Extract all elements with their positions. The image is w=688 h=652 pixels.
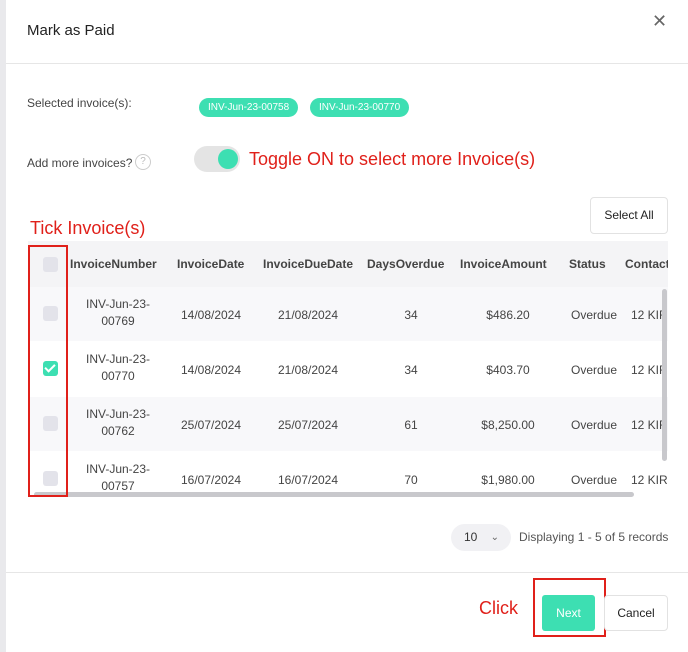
close-icon[interactable]: ✕ [652,12,667,30]
days-overdue: 61 [404,418,418,432]
dialog-title: Mark as Paid [27,22,115,39]
status: Overdue [570,473,618,487]
column-header[interactable]: DaysOverdue [367,257,444,271]
column-header[interactable]: Contact [625,257,668,271]
invoice-amount: $8,250.00 [481,418,535,432]
invoice-amount: $1,980.00 [481,473,535,487]
select-all-button[interactable]: Select All [590,197,668,234]
invoice-table: InvoiceNumber InvoiceDate InvoiceDueDate… [28,241,668,497]
annotation-tick-note: Tick Invoice(s) [30,218,146,238]
annotation-click-note: Click [479,598,518,618]
column-header[interactable]: InvoiceAmount [460,257,547,271]
toggle-knob [218,149,238,169]
annotation-toggle-note: Toggle ON to select more Invoice(s) [249,149,536,169]
page-size-value: 10 [464,530,478,544]
records-summary: Displaying 1 - 5 of 5 records [519,530,669,544]
footer-divider [6,572,688,573]
cancel-button[interactable]: Cancel [604,595,668,631]
invoice-due-date: 21/08/2024 [277,363,339,377]
selected-invoice-chip: INV-Jun-23-00758 [199,98,299,117]
status: Overdue [570,308,618,322]
table-row[interactable]: INV-Jun-23- 00762 25/07/2024 25/07/2024 6… [28,397,668,451]
invoice-number: INV-Jun-23- 00757 [85,462,151,493]
page-size-select[interactable]: 10 ⌄ [451,524,511,551]
invoice-amount: $486.20 [486,308,530,322]
invoice-due-date: 16/07/2024 [277,473,339,487]
help-icon[interactable]: ? [135,154,151,170]
status: Overdue [570,363,618,377]
column-header[interactable]: InvoiceDate [177,257,244,271]
horizontal-scrollbar[interactable] [34,492,634,497]
invoice-date: 14/08/2024 [180,308,242,322]
column-header[interactable]: InvoiceNumber [70,257,157,271]
days-overdue: 34 [404,363,418,377]
selected-invoices-label: Selected invoice(s): [27,96,132,110]
annotation-checkbox-highlight [28,245,68,497]
vertical-scrollbar[interactable] [662,289,667,461]
table-row[interactable]: INV-Jun-23- 00757 16/07/2024 16/07/2024 7… [28,452,668,497]
table-row[interactable]: INV-Jun-23- 00770 14/08/2024 21/08/2024 3… [28,342,668,396]
add-more-invoices-label: Add more invoices? [27,156,133,170]
header-divider [6,63,688,64]
mark-as-paid-dialog: Mark as Paid ✕ Selected invoice(s): INV-… [6,0,688,652]
invoice-due-date: 21/08/2024 [277,308,339,322]
add-more-invoices-toggle[interactable] [194,146,240,172]
contact: 12 KIRI [631,473,668,487]
annotation-next-highlight [533,578,606,637]
invoice-date: 14/08/2024 [180,363,242,377]
invoice-number: INV-Jun-23- 00770 [85,352,151,383]
table-row[interactable]: INV-Jun-23- 00769 14/08/2024 21/08/2024 3… [28,287,668,341]
selected-invoice-chip: INV-Jun-23-00770 [310,98,410,117]
column-header[interactable]: Status [569,257,606,271]
days-overdue: 34 [404,308,418,322]
column-header[interactable]: InvoiceDueDate [263,257,353,271]
invoice-number: INV-Jun-23- 00769 [85,297,151,328]
status: Overdue [570,418,618,432]
invoice-amount: $403.70 [486,363,530,377]
chevron-down-icon: ⌄ [490,532,499,543]
table-header: InvoiceNumber InvoiceDate InvoiceDueDate… [28,241,668,287]
invoice-date: 16/07/2024 [180,473,242,487]
days-overdue: 70 [404,473,418,487]
invoice-number: INV-Jun-23- 00762 [85,407,151,438]
invoice-due-date: 25/07/2024 [277,418,339,432]
invoice-date: 25/07/2024 [180,418,242,432]
